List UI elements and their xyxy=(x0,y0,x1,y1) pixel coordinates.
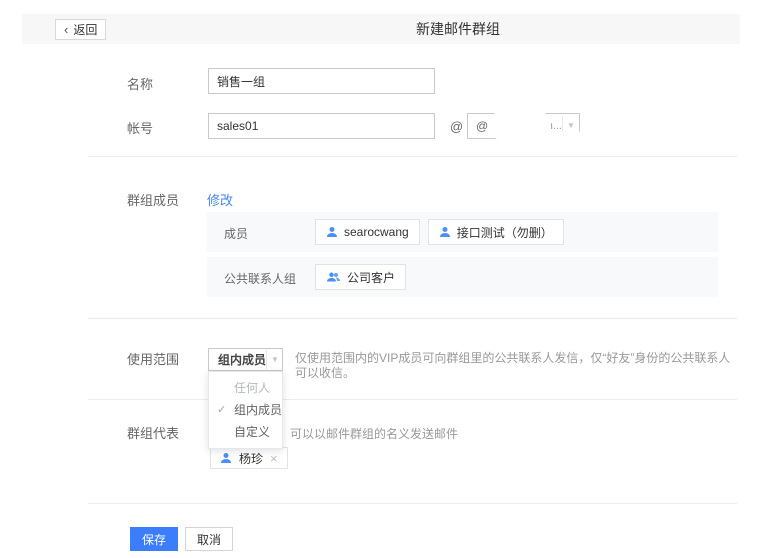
representative-tag-label: 杨珍 xyxy=(239,450,263,467)
scope-option-anyone[interactable]: 任何人 xyxy=(209,377,282,399)
contact-group-tag-label: 公司客户 xyxy=(347,269,395,286)
page-title: 新建邮件群组 xyxy=(416,14,500,44)
save-button[interactable]: 保存 xyxy=(130,527,178,551)
scope-option-custom[interactable]: 自定义 xyxy=(209,421,282,443)
representative-hint-text: 可以以邮件群组的名义发送邮件 xyxy=(290,425,458,442)
chevron-left-icon: ‹ xyxy=(64,23,68,36)
group-members-label: 群组成员 xyxy=(127,190,179,209)
contact-group-tag[interactable]: 公司客户 xyxy=(315,264,406,290)
back-button-label: 返回 xyxy=(73,21,97,38)
users-icon xyxy=(326,271,341,283)
back-button[interactable]: ‹ 返回 xyxy=(55,19,106,40)
domain-at-prefix: @ xyxy=(468,119,488,133)
representative-label: 群组代表 xyxy=(127,423,179,442)
contact-group-row-label: 公共联系人组 xyxy=(224,270,296,287)
member-tag-label: 接口测试（勿删） xyxy=(457,224,553,241)
member-tag-label: searocwang xyxy=(344,225,409,239)
scope-option-group-members[interactable]: ✓ 组内成员 xyxy=(209,399,282,421)
create-mail-group-page: ‹ 返回 新建邮件群组 名称 帐号 @ @ n... ▼ 群组成员 修改 成员 … xyxy=(0,0,762,558)
account-label: 帐号 xyxy=(127,118,153,137)
at-symbol: @ xyxy=(450,119,463,134)
user-icon xyxy=(326,226,338,238)
divider xyxy=(88,503,737,504)
member-tag[interactable]: 接口测试（勿删） xyxy=(428,219,564,245)
name-input[interactable] xyxy=(208,68,435,94)
divider xyxy=(88,318,737,319)
scope-dropdown-menu: 任何人 ✓ 组内成员 自定义 xyxy=(208,371,283,449)
check-icon: ✓ xyxy=(217,399,226,421)
divider xyxy=(88,156,737,157)
scope-select[interactable]: 组内成员 ▼ xyxy=(208,348,283,371)
scope-option-label: 任何人 xyxy=(234,381,270,395)
scope-selected-value: 组内成员 xyxy=(209,351,266,368)
scope-option-label: 自定义 xyxy=(234,425,270,439)
scope-hint-text: 仅使用范围内的VIP成员可向群组里的公共联系人发信，仅“好友”身份的公共联系人可… xyxy=(295,351,740,381)
account-input[interactable] xyxy=(208,113,435,139)
representative-tag[interactable]: 杨珍 × xyxy=(210,447,288,469)
modify-members-link[interactable]: 修改 xyxy=(207,190,233,209)
members-row: 成员 searocwang 接口测试（勿删） xyxy=(207,212,718,252)
top-bar: ‹ 返回 新建邮件群组 xyxy=(22,14,740,44)
cancel-button[interactable]: 取消 xyxy=(185,527,233,551)
member-tag[interactable]: searocwang xyxy=(315,219,420,245)
scope-label: 使用范围 xyxy=(127,349,179,368)
user-icon xyxy=(220,452,232,464)
name-label: 名称 xyxy=(127,74,153,93)
scope-option-label: 组内成员 xyxy=(234,403,282,417)
divider xyxy=(88,399,737,400)
close-icon[interactable]: × xyxy=(270,452,278,465)
user-icon xyxy=(439,226,451,238)
members-row-label: 成员 xyxy=(224,225,248,242)
contact-group-row: 公共联系人组 公司客户 xyxy=(207,257,718,297)
redacted-domain-blur xyxy=(526,131,584,145)
chevron-down-icon: ▼ xyxy=(266,350,283,369)
domain-select[interactable]: @ n... ▼ xyxy=(467,113,580,139)
